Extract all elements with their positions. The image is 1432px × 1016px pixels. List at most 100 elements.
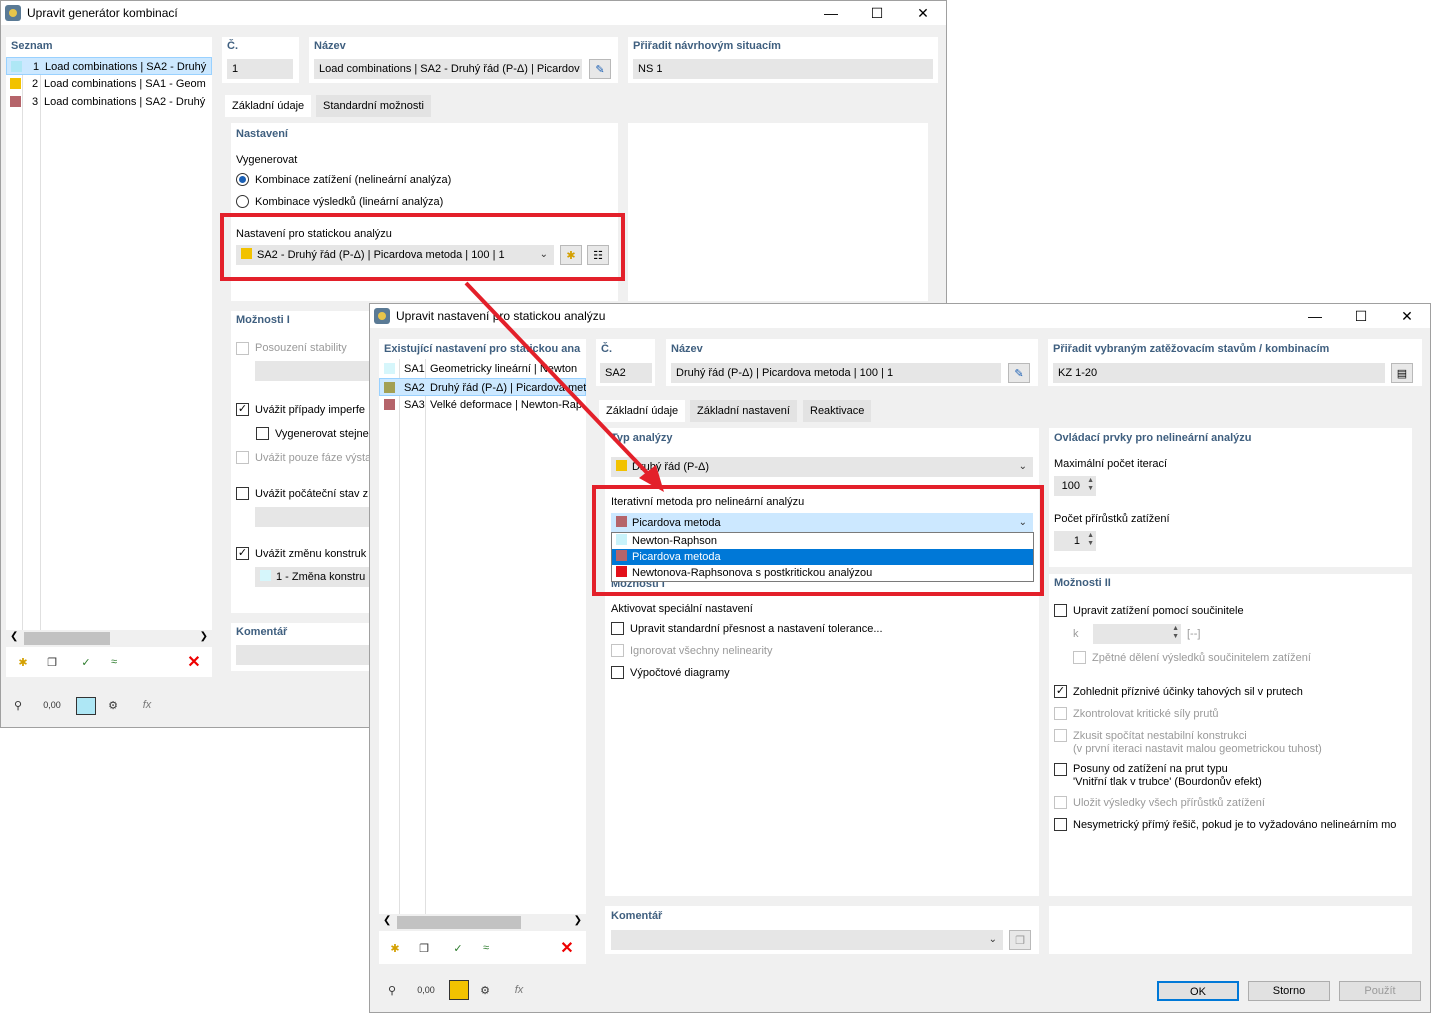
new-item-icon[interactable]: ✱	[11, 651, 35, 673]
nonsymmetric-solver-label: Nesymetrický přímý řešič, pokud je to vy…	[1073, 819, 1397, 831]
max-iterations-input[interactable]: 100 ▲ ▼	[1054, 476, 1096, 496]
assign-field[interactable]: KZ 1-20	[1053, 363, 1385, 383]
generate-same-checkbox[interactable]	[256, 427, 269, 440]
copy-item-icon[interactable]: ❐	[412, 937, 436, 959]
bourdon-effect-note: 'Vnitřní tlak v trubce' (Bourdonův efekt…	[1073, 776, 1262, 788]
formula-icon[interactable]: fx	[135, 694, 159, 716]
comment-library-icon[interactable]: ❐	[1009, 930, 1031, 950]
initial-state-checkbox[interactable]	[236, 487, 249, 500]
tab-basic-data[interactable]: Základní údaje	[225, 95, 312, 117]
maximize-icon[interactable]: ☐	[1338, 304, 1384, 328]
ignore-nonlinearities-checkbox[interactable]	[611, 644, 624, 657]
horizontal-scrollbar[interactable]: ❮ ❯	[6, 630, 212, 647]
number-label: Č.	[601, 343, 612, 355]
calc-diagrams-label: Výpočtové diagramy	[630, 667, 730, 679]
stability-label: Posouzení stability	[255, 342, 347, 354]
list-item[interactable]: 3 Load combinations | SA2 - Druhý	[6, 93, 212, 111]
delete-icon[interactable]: ✕	[182, 651, 206, 673]
select-loadcases-icon[interactable]: ▤	[1391, 363, 1413, 383]
number-field[interactable]: 1	[227, 59, 293, 79]
comment-panel: Komentář ⌄ ❐	[605, 906, 1039, 954]
k-input[interactable]: ▲ ▼	[1093, 624, 1181, 644]
result-combination-radio-label: Kombinace výsledků (lineární analýza)	[255, 196, 444, 208]
assign-label: Přiřadit vybraným zatěžovacím stavům / k…	[1053, 343, 1330, 355]
unstable-structure-checkbox[interactable]	[1054, 729, 1067, 742]
display-properties-icon[interactable]: ⚙	[101, 694, 125, 716]
edit-name-icon[interactable]: ✎	[589, 59, 611, 79]
tab-basic-settings[interactable]: Základní nastavení	[690, 400, 797, 422]
options2-header: Možnosti II	[1054, 577, 1111, 589]
display-properties-icon[interactable]: ⚙	[473, 979, 497, 1001]
decimal-places-icon[interactable]: 0,00	[414, 979, 438, 1001]
tab-basic-data[interactable]: Základní údaje	[599, 400, 686, 422]
comment-side-panel	[1049, 906, 1412, 954]
list-item[interactable]: 2 Load combinations | SA1 - Geom	[6, 75, 212, 93]
close-icon[interactable]: ✕	[900, 1, 946, 25]
delete-icon[interactable]: ✕	[555, 937, 579, 959]
save-increments-checkbox[interactable]	[1054, 796, 1067, 809]
structure-change-checkbox[interactable]: ✓	[236, 547, 249, 560]
load-combination-radio[interactable]	[236, 173, 249, 186]
tab-standard-options[interactable]: Standardní možnosti	[316, 95, 431, 117]
stability-checkbox[interactable]	[236, 342, 249, 355]
color-swatch-icon[interactable]	[449, 980, 469, 1000]
new-item-icon[interactable]: ✱	[383, 937, 407, 959]
name-panel: Název Load combinations | SA2 - Druhý řá…	[309, 37, 618, 83]
assign-field[interactable]: NS 1	[633, 59, 933, 79]
nonsymmetric-solver-checkbox[interactable]	[1054, 818, 1067, 831]
phases-checkbox[interactable]	[236, 451, 249, 464]
color-swatch-icon[interactable]	[76, 697, 96, 715]
imperfection-checkbox[interactable]: ✓	[236, 403, 249, 416]
load-increments-input[interactable]: 1 ▲ ▼	[1054, 531, 1096, 551]
list-item[interactable]: 1 Load combinations | SA2 - Druhý	[6, 57, 212, 75]
result-combination-radio[interactable]	[236, 195, 249, 208]
tension-effects-checkbox[interactable]: ✓	[1054, 685, 1067, 698]
imperfection-label: Uvážit případy imperfe	[255, 404, 366, 416]
close-icon[interactable]: ✕	[1384, 304, 1430, 328]
unstable-structure-label: Zkusit spočítat nestabilní konstrukci	[1073, 730, 1247, 742]
analysis-type-select[interactable]: Druhý řád (P-Δ) ⌄	[611, 457, 1033, 477]
decimal-places-icon[interactable]: 0,00	[40, 694, 64, 716]
load-combination-radio-label: Kombinace zatížení (nelineární analýza)	[255, 174, 452, 186]
max-iterations-label: Maximální počet iterací	[1054, 458, 1168, 470]
list-header: Seznam	[11, 40, 53, 52]
minimize-icon[interactable]: —	[808, 1, 854, 25]
calc-diagrams-checkbox[interactable]	[611, 666, 624, 679]
k-label: k	[1073, 628, 1079, 640]
bourdon-effect-checkbox[interactable]	[1054, 763, 1067, 776]
apply-button[interactable]: Použít	[1339, 981, 1421, 1001]
name-label: Název	[671, 343, 703, 355]
check-selected-icon[interactable]: ≈	[474, 937, 498, 959]
highlight-static-analysis	[220, 213, 625, 281]
maximize-icon[interactable]: ☐	[854, 1, 900, 25]
back-divide-checkbox[interactable]	[1073, 651, 1086, 664]
number-field[interactable]: SA2	[600, 363, 652, 383]
minimize-icon[interactable]: —	[1292, 304, 1338, 328]
horizontal-scrollbar[interactable]: ❮ ❯	[379, 914, 586, 931]
cancel-button[interactable]: Storno	[1248, 981, 1330, 1001]
formula-icon[interactable]: fx	[507, 979, 531, 1001]
load-factor-checkbox[interactable]	[1054, 604, 1067, 617]
name-field[interactable]: Druhý řád (P-Δ) | Picardova metoda | 100…	[671, 363, 1001, 383]
check-all-icon[interactable]: ✓	[74, 651, 98, 673]
tab-reactivation[interactable]: Reaktivace	[803, 400, 872, 422]
name-field[interactable]: Load combinations | SA2 - Druhý řád (P-Δ…	[314, 59, 582, 79]
comment-header: Komentář	[611, 910, 663, 922]
search-icon[interactable]: ⚲	[380, 979, 404, 1001]
check-all-icon[interactable]: ✓	[446, 937, 470, 959]
existing-settings-header: Existující nastavení pro statickou ana	[384, 343, 581, 355]
list-item[interactable]: SA2 Druhý řád (P-Δ) | Picardova met	[379, 378, 586, 396]
edit-name-icon[interactable]: ✎	[1008, 363, 1030, 383]
special-settings-label: Aktivovat speciální nastavení	[611, 603, 753, 615]
check-selected-icon[interactable]: ≈	[102, 651, 126, 673]
comment-field[interactable]: ⌄	[611, 930, 1003, 950]
list-item[interactable]: SA3 Velké deformace | Newton-Rap	[379, 396, 586, 414]
load-factor-label: Upravit zatížení pomocí součinitele	[1073, 605, 1244, 617]
critical-forces-checkbox[interactable]	[1054, 707, 1067, 720]
copy-item-icon[interactable]: ❐	[40, 651, 64, 673]
search-icon[interactable]: ⚲	[6, 694, 30, 716]
list-item[interactable]: SA1 Geometricky lineární | Newton	[379, 360, 586, 378]
ok-button[interactable]: OK	[1157, 981, 1239, 1001]
highlight-iterative-method	[592, 485, 1044, 596]
precision-checkbox[interactable]	[611, 622, 624, 635]
